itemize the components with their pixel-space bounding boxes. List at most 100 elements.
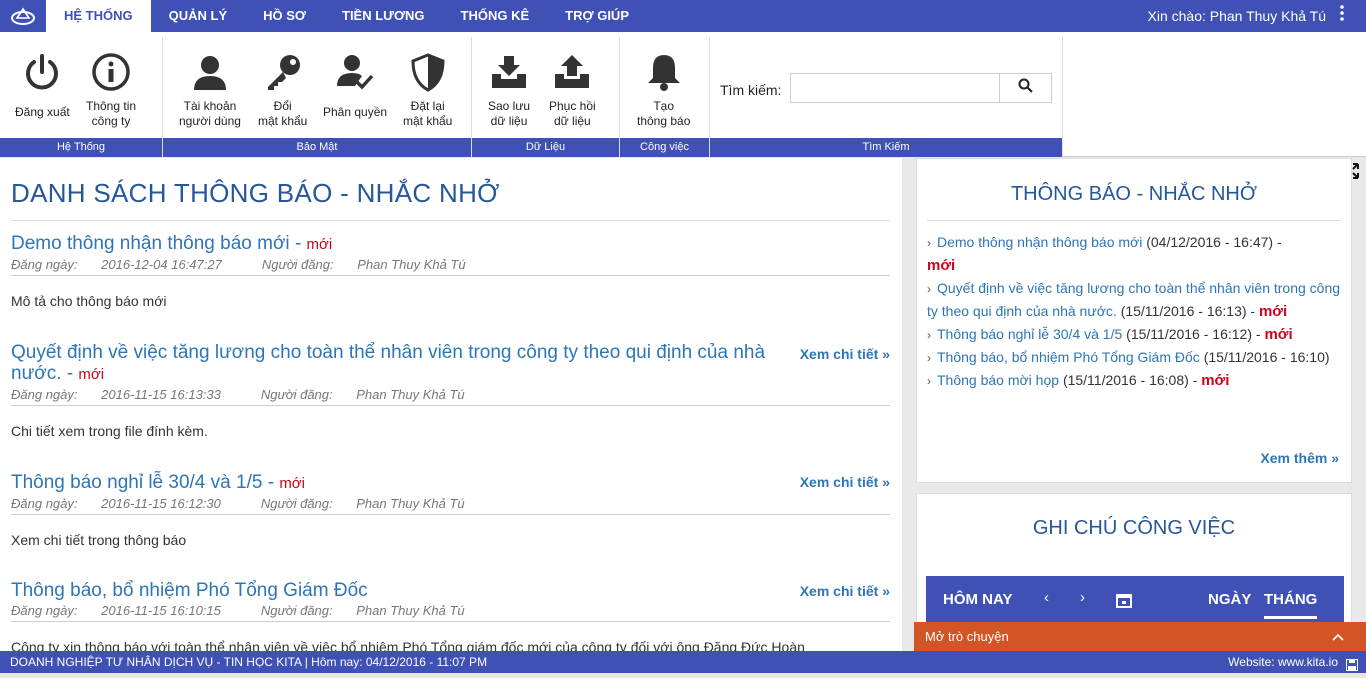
double-chevron-right-icon: » xyxy=(1331,450,1339,466)
search-icon xyxy=(1018,78,1033,98)
restore-button[interactable]: Phục hồi dữ liệu xyxy=(549,47,596,129)
double-chevron-right-icon: » xyxy=(882,583,890,599)
company-info-label: Thông tin công ty xyxy=(86,99,136,129)
create-notice-button[interactable]: Tạo thông báo xyxy=(637,47,690,129)
change-password-button[interactable]: Đổi mật khẩu xyxy=(258,47,307,129)
notice-title[interactable]: Quyết định về việc tăng lương cho toàn t… xyxy=(11,342,765,384)
notice-title-link[interactable]: Thông báo, bổ nhiệm Phó Tổng Giám Đốc xyxy=(11,580,786,601)
notice-widget-list: ›Demo thông nhận thông báo mới (04/12/20… xyxy=(917,231,1351,392)
notice-meta: Đăng ngày: 2016-11-15 16:12:30Người đăng… xyxy=(11,496,890,515)
chevron-right-icon: › xyxy=(927,374,931,388)
company-info-button[interactable]: Thông tin công ty xyxy=(86,47,136,129)
shield-icon xyxy=(408,47,448,97)
group-bao-mat: Tài khoản người dùng Đổi mật khẩu Phân q… xyxy=(163,37,472,157)
restore-label: Phục hồi dữ liệu xyxy=(549,99,596,129)
notice-link[interactable]: Thông báo, bổ nhiệm Phó Tổng Giám Đốc xyxy=(937,349,1200,365)
user-accounts-button[interactable]: Tài khoản người dùng xyxy=(179,47,241,129)
next-arrow-icon[interactable]: › xyxy=(1080,589,1085,606)
chevron-right-icon: › xyxy=(927,282,931,296)
user-accounts-label: Tài khoản người dùng xyxy=(179,99,241,129)
double-chevron-right-icon: » xyxy=(882,474,890,490)
key-icon xyxy=(263,47,303,97)
chevron-up-icon[interactable] xyxy=(1332,622,1344,652)
group-cong-viec: Tạo thông báo Công việc xyxy=(620,37,710,157)
notice-title-link[interactable]: Quyết định về việc tăng lương cho toàn t… xyxy=(11,342,786,385)
new-badge: mới xyxy=(1259,303,1287,320)
notice-meta: Đăng ngày: 2016-12-04 16:47:27Người đăng… xyxy=(11,257,890,276)
calendar-toolbar: HÔM NAY ‹ › NGÀY THÁNG xyxy=(926,576,1344,624)
save-icon[interactable] xyxy=(1346,656,1358,678)
change-password-label: Đổi mật khẩu xyxy=(258,99,307,129)
logo-icon[interactable] xyxy=(0,0,46,32)
group-title-tim-kiem: Tìm Kiếm xyxy=(710,138,1062,157)
notice-link[interactable]: Thông báo nghỉ lễ 30/4 và 1/5 xyxy=(937,326,1122,342)
notice-title-link[interactable]: Demo thông nhận thông báo mới - mới xyxy=(11,233,786,255)
prev-arrow-icon[interactable]: ‹ xyxy=(1044,589,1049,606)
list-item: ›Demo thông nhận thông báo mới (04/12/20… xyxy=(927,231,1341,277)
footer: DOANH NGHIỆP TƯ NHÂN DỊCH VỤ - TIN HỌC K… xyxy=(0,651,1366,673)
list-item: ›Quyết định về việc tăng lương cho toàn … xyxy=(927,277,1341,323)
upload-tray-icon xyxy=(552,47,592,97)
permissions-label: Phân quyền xyxy=(323,105,387,120)
power-icon xyxy=(22,47,62,97)
chat-label: Mở trò chuyện xyxy=(925,629,1009,644)
double-chevron-right-icon: » xyxy=(882,346,890,362)
notice-title[interactable]: Demo thông nhận thông báo mới xyxy=(11,233,290,254)
tab-quan-ly[interactable]: QUẢN LÝ xyxy=(151,0,246,32)
new-badge: mới xyxy=(927,257,955,274)
footer-company: DOANH NGHIỆP TƯ NHÂN DỊCH VỤ - TIN HỌC K… xyxy=(10,651,487,673)
search-input[interactable] xyxy=(790,73,1000,103)
title-divider xyxy=(11,220,890,221)
footer-website[interactable]: Website: www.kita.io xyxy=(1228,651,1338,673)
list-item: ›Thông báo nghỉ lễ 30/4 và 1/5 (15/11/20… xyxy=(927,323,1341,346)
ribbon: Đăng xuất Thông tin công ty Hệ Thống Tài… xyxy=(0,32,1366,157)
logout-button[interactable]: Đăng xuất xyxy=(15,47,70,120)
user-menu[interactable]: Xin chào: Phan Thuy Khả Tú xyxy=(1148,0,1366,32)
notice-widget: THÔNG BÁO - NHẮC NHỞ ›Demo thông nhận th… xyxy=(916,158,1352,483)
widget-divider xyxy=(927,220,1341,221)
list-item: ›Thông báo mời họp (15/11/2016 - 16:08) … xyxy=(927,369,1341,392)
group-he-thong: Đăng xuất Thông tin công ty Hệ Thống xyxy=(0,37,163,157)
chevron-right-icon: › xyxy=(927,328,931,342)
tab-ho-so[interactable]: HỒ SƠ xyxy=(245,0,324,32)
more-vertical-icon[interactable] xyxy=(1340,0,1344,32)
see-detail-link[interactable]: Xem chi tiết » xyxy=(800,474,890,490)
user-icon xyxy=(190,47,230,97)
permissions-button[interactable]: Phân quyền xyxy=(323,47,387,120)
new-badge: mới xyxy=(307,236,333,253)
new-badge: mới xyxy=(1201,372,1229,389)
see-detail-link[interactable]: Xem chi tiết » xyxy=(800,583,890,599)
notice-link[interactable]: Thông báo mời họp xyxy=(937,372,1059,388)
notice-title[interactable]: Thông báo nghỉ lễ 30/4 và 1/5 xyxy=(11,472,262,493)
notice-meta: Đăng ngày: 2016-11-15 16:10:15Người đăng… xyxy=(11,603,890,622)
chat-bar[interactable]: Mở trò chuyện xyxy=(914,622,1366,652)
tab-thong-ke[interactable]: THỐNG KÊ xyxy=(443,0,548,32)
search-button[interactable] xyxy=(999,73,1052,103)
tab-he-thong[interactable]: HỆ THỐNG xyxy=(46,0,151,32)
notice-item: Xem chi tiết » Quyết định về việc tăng l… xyxy=(11,342,890,439)
group-du-lieu: Sao lưu dữ liệu Phục hồi dữ liệu Dữ Liệu xyxy=(472,37,620,157)
notice-description: Công ty xin thông báo với toàn thể nhân … xyxy=(11,639,890,651)
backup-label: Sao lưu dữ liệu xyxy=(488,99,530,129)
tab-tien-luong[interactable]: TIỀN LƯƠNG xyxy=(324,0,443,32)
notice-meta: Đăng ngày: 2016-11-15 16:13:33Người đăng… xyxy=(11,387,890,406)
month-view-button[interactable]: THÁNG xyxy=(1264,591,1317,619)
notice-link[interactable]: Demo thông nhận thông báo mới xyxy=(937,234,1142,250)
see-more-link[interactable]: Xem thêm » xyxy=(1260,450,1339,466)
backup-button[interactable]: Sao lưu dữ liệu xyxy=(488,47,530,129)
tab-tro-giup[interactable]: TRỢ GIÚP xyxy=(547,0,647,32)
today-button[interactable]: HÔM NAY xyxy=(943,591,1012,608)
notice-widget-title: THÔNG BÁO - NHẮC NHỞ xyxy=(917,183,1351,206)
new-badge: mới xyxy=(279,475,305,492)
logout-label: Đăng xuất xyxy=(15,105,70,120)
calendar-icon[interactable] xyxy=(1116,592,1132,613)
notice-title[interactable]: Thông báo, bổ nhiệm Phó Tổng Giám Đốc xyxy=(11,580,368,601)
reset-password-button[interactable]: Đặt lại mật khẩu xyxy=(403,47,452,129)
create-notice-label: Tạo thông báo xyxy=(637,99,690,129)
see-detail-link[interactable]: Xem chi tiết » xyxy=(800,346,890,362)
notice-item: Xem chi tiết » Thông báo, bổ nhiệm Phó T… xyxy=(11,580,890,651)
bell-icon xyxy=(644,47,684,97)
notice-title-link[interactable]: Thông báo nghỉ lễ 30/4 và 1/5 - mới xyxy=(11,472,786,494)
day-view-button[interactable]: NGÀY xyxy=(1208,591,1251,608)
new-badge: mới xyxy=(1264,326,1292,343)
